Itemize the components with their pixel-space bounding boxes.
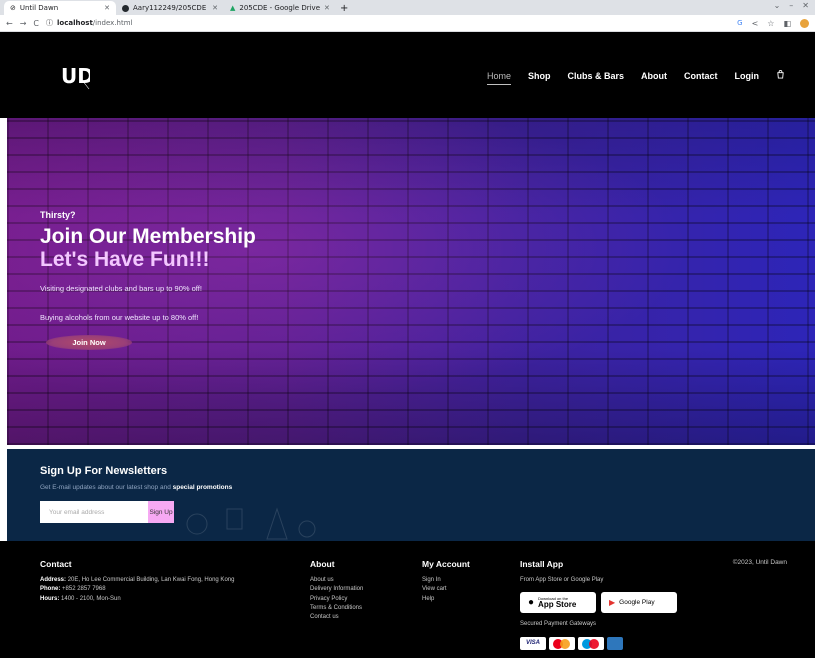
link-contact-us[interactable]: Contact us <box>310 613 363 622</box>
newsletter-form: Sign Up <box>40 501 174 523</box>
minimize-icon[interactable]: – <box>789 1 793 10</box>
tab-title: Aary112249/205CDE <box>133 4 207 12</box>
site-footer: Contact Address: 20E, Ho Lee Commercial … <box>0 541 815 658</box>
tab-until-dawn[interactable]: ⊘ Until Dawn ✕ <box>4 1 116 15</box>
mastercard-card-icon <box>549 636 575 650</box>
footer-account-heading: My Account <box>422 559 470 569</box>
contact-hours: Hours: 1400 - 2100, Mon-Sun <box>40 595 234 604</box>
payments-label: Secured Payment Gateways <box>520 621 597 628</box>
footer-contact: Contact Address: 20E, Ho Lee Commercial … <box>40 559 234 604</box>
hero-offer-alcohol: Buying alcohols from our website up to 8… <box>40 313 199 323</box>
join-now-button[interactable]: Join Now <box>46 335 132 351</box>
nav-shop[interactable]: Shop <box>528 71 551 81</box>
nav-home[interactable]: Home <box>486 71 511 85</box>
hero-title: Join Our Membership <box>40 225 256 248</box>
url-field[interactable]: ⓘ localhost/index.html <box>46 18 132 28</box>
tab-title: 205CDE - Google Drive <box>239 4 320 12</box>
nav-clubs-bars[interactable]: Clubs & Bars <box>567 71 624 81</box>
tab-search-icon[interactable]: ⌄ <box>774 1 781 10</box>
close-tab-icon[interactable]: ✕ <box>324 4 330 12</box>
address-label: Address: <box>40 577 67 583</box>
amex-card-icon <box>607 636 623 650</box>
copyright: ©2023, Until Dawn <box>732 559 787 566</box>
phone-label: Phone: <box>40 586 61 593</box>
footer-install-heading: Install App <box>520 559 564 569</box>
google-drive-icon: ▲ <box>230 4 236 12</box>
footer-my-account: My Account Sign In View cart Help <box>422 559 470 604</box>
tab-title: Until Dawn <box>19 4 59 12</box>
hero-offer-clubs: Visiting designated clubs and bars up to… <box>40 284 202 294</box>
app-store-button[interactable]: ● Download on the App Store <box>520 592 596 614</box>
hero-kicker: Thirsty? <box>40 210 76 220</box>
shopping-bag-icon[interactable] <box>776 70 785 81</box>
browser-tab-strip: ⊘ Until Dawn ✕ Aary112249/205CDE ✕ ▲ 205… <box>0 0 815 15</box>
install-subtext: From App Store or Google Play <box>520 577 604 583</box>
site-favicon-icon: ⊘ <box>10 4 16 12</box>
email-input[interactable] <box>40 501 148 523</box>
nav-login[interactable]: Login <box>735 71 760 81</box>
contact-phone: Phone: +852 2857 7968 <box>40 585 234 594</box>
url-path: /index.html <box>92 19 133 27</box>
address-value: 20E, Ho Lee Commercial Building, Lan Kwa… <box>67 577 235 583</box>
link-terms-conditions[interactable]: Terms & Conditions <box>310 604 363 613</box>
footer-install-app: Install App From App Store or Google Pla… <box>520 559 677 650</box>
star-icon[interactable]: ☆ <box>767 19 774 28</box>
link-privacy-policy[interactable]: Privacy Policy <box>310 595 363 604</box>
forward-icon[interactable]: → <box>20 19 27 28</box>
link-view-cart[interactable]: View cart <box>422 585 470 594</box>
maestro-card-icon <box>578 636 604 650</box>
tab-google-drive[interactable]: ▲ 205CDE - Google Drive ✕ <box>224 1 332 15</box>
nav-contact[interactable]: Contact <box>684 71 718 81</box>
hero-content: Thirsty? Join Our Membership Let's Have … <box>40 210 256 351</box>
link-about-us[interactable]: About us <box>310 576 363 585</box>
store-buttons: ● Download on the App Store ▶ Google Play <box>520 592 677 614</box>
link-sign-in[interactable]: Sign In <box>422 576 470 585</box>
newsletter-sub-highlight: special promotions <box>172 484 233 491</box>
decorative-pattern <box>186 507 316 540</box>
phone-value: +852 2857 7968 <box>62 586 106 593</box>
footer-about-heading: About <box>310 559 335 569</box>
google-play-button[interactable]: ▶ Google Play <box>601 592 677 614</box>
hours-value: 1400 - 2100, Mon-Sun <box>61 595 121 602</box>
payment-cards: VISA <box>520 636 677 650</box>
visa-card-icon: VISA <box>520 636 546 650</box>
newsletter-subtext: Get E-mail updates about our latest shop… <box>40 484 232 491</box>
site-header: UD Home Shop Clubs & Bars About Contact … <box>0 32 815 118</box>
contact-address: Address: 20E, Ho Lee Commercial Building… <box>40 576 234 585</box>
share-icon[interactable]: < <box>752 19 759 28</box>
reload-icon[interactable]: C <box>33 19 39 28</box>
url-host: localhost <box>57 19 93 27</box>
googleplay-text: Google Play <box>619 599 655 607</box>
github-icon <box>122 4 129 12</box>
new-tab-button[interactable]: + <box>334 1 354 15</box>
link-help[interactable]: Help <box>422 595 470 604</box>
appstore-big-text: App Store <box>538 599 577 609</box>
tab-github[interactable]: Aary112249/205CDE ✕ <box>116 1 224 15</box>
google-icon[interactable]: G <box>737 19 742 27</box>
close-tab-icon[interactable]: ✕ <box>212 4 218 12</box>
footer-contact-heading: Contact <box>40 559 72 569</box>
newsletter-sub-prefix: Get E-mail updates about our latest shop… <box>40 484 173 491</box>
info-icon[interactable]: ⓘ <box>46 18 53 28</box>
window-controls: ⌄ – ✕ <box>774 1 809 10</box>
address-bar: ← → C ⓘ localhost/index.html G < ☆ ◧ <box>0 15 815 32</box>
nav-about[interactable]: About <box>641 71 667 81</box>
hero-subtitle: Let's Have Fun!!! <box>40 248 210 272</box>
hours-label: Hours: <box>40 595 60 602</box>
hero-banner: Thirsty? Join Our Membership Let's Have … <box>7 118 815 445</box>
main-nav: Home Shop Clubs & Bars About Contact Log… <box>486 70 785 85</box>
google-play-icon: ▶ <box>609 598 616 608</box>
link-delivery-information[interactable]: Delivery Information <box>310 585 363 594</box>
sidebar-icon[interactable]: ◧ <box>783 19 791 28</box>
sign-up-button[interactable]: Sign Up <box>148 501 174 523</box>
back-icon[interactable]: ← <box>6 19 13 28</box>
profile-icon[interactable] <box>800 18 809 28</box>
apple-icon: ● <box>528 597 535 609</box>
newsletter-section: Sign Up For Newsletters Get E-mail updat… <box>7 449 815 541</box>
newsletter-heading: Sign Up For Newsletters <box>40 465 168 477</box>
close-tab-icon[interactable]: ✕ <box>104 4 110 12</box>
until-dawn-logo[interactable]: UD <box>60 62 90 90</box>
footer-about: About About us Delivery Information Priv… <box>310 559 363 622</box>
close-window-icon[interactable]: ✕ <box>802 1 809 10</box>
